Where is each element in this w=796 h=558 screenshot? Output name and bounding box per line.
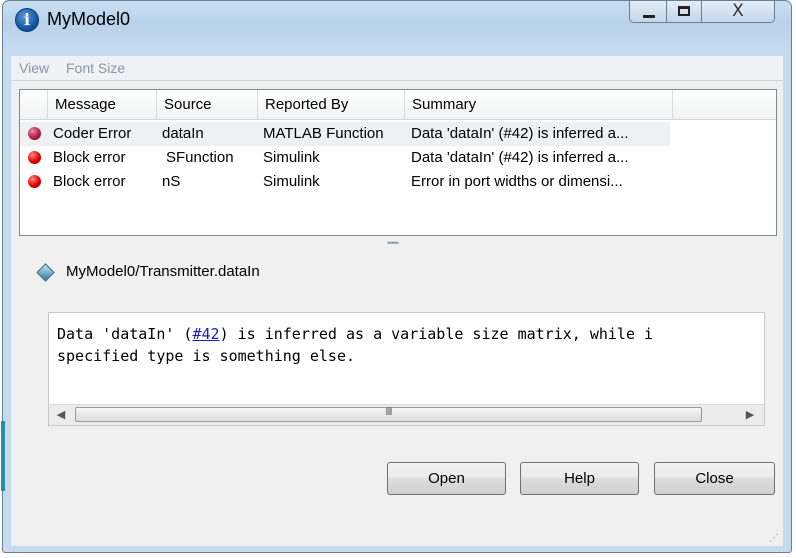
error-icon xyxy=(28,151,41,164)
arrow-left-icon[interactable]: ◀ xyxy=(51,405,71,425)
horizontal-scrollbar[interactable]: ◀ III ▶ xyxy=(49,404,764,425)
dialog-window: i MyModel0 X View Font Size Message Sour… xyxy=(1,0,792,553)
title-bar[interactable]: i MyModel0 X xyxy=(3,1,791,55)
column-header-summary[interactable]: Summary xyxy=(405,90,673,119)
cell-message: Block error xyxy=(53,173,126,190)
open-button[interactable]: Open xyxy=(387,462,506,495)
cell-message: Coder Error xyxy=(53,125,132,142)
arrow-right-icon[interactable]: ▶ xyxy=(740,405,760,425)
cell-summary: Error in port widths or dimensi... xyxy=(411,173,623,190)
message-text-line: specified type is something else. xyxy=(57,347,356,365)
message-table: Message Source Reported By Summary Coder… xyxy=(19,89,777,236)
source-link[interactable]: #42 xyxy=(192,325,219,343)
error-icon xyxy=(28,127,41,140)
menu-view[interactable]: View xyxy=(19,60,49,76)
message-text-part: Data 'dataIn' ( xyxy=(57,325,193,343)
menu-font-size[interactable]: Font Size xyxy=(66,60,125,76)
cell-summary: Data 'dataIn' (#42) is inferred a... xyxy=(411,125,629,142)
close-window-button[interactable]: X xyxy=(701,1,775,23)
cell-message: Block error xyxy=(53,149,126,166)
cell-source: dataIn xyxy=(162,125,204,142)
message-text: Data 'dataIn' (#42) is inferred as a var… xyxy=(57,323,653,367)
cell-source: nS xyxy=(162,173,181,190)
block-icon xyxy=(36,263,55,282)
window-edge-strip xyxy=(1,421,5,491)
close-icon: X xyxy=(732,1,744,21)
maximize-icon xyxy=(678,6,690,16)
maximize-button[interactable] xyxy=(666,1,702,23)
cell-reported-by: Simulink xyxy=(263,173,320,190)
error-icon xyxy=(28,175,41,188)
resize-grip-icon[interactable]: ⋰ xyxy=(769,533,779,544)
close-button[interactable]: Close xyxy=(654,462,775,495)
info-icon: i xyxy=(15,8,39,32)
scroll-grip: III xyxy=(385,406,392,418)
minimize-icon xyxy=(642,14,656,19)
cell-summary: Data 'dataIn' (#42) is inferred a... xyxy=(411,149,629,166)
dialog-body: Message Source Reported By Summary Coder… xyxy=(11,81,783,546)
table-row[interactable]: Block error nS Simulink Error in port wi… xyxy=(20,170,670,194)
menu-bar: View Font Size xyxy=(11,56,783,81)
object-path: MyModel0/Transmitter.dataIn xyxy=(66,263,260,280)
table-row[interactable]: Coder Error dataIn MATLAB Function Data … xyxy=(20,122,670,146)
table-header: Message Source Reported By Summary xyxy=(20,90,776,120)
column-header-icon[interactable] xyxy=(20,90,48,119)
cell-reported-by: Simulink xyxy=(263,149,320,166)
column-header-reported-by[interactable]: Reported By xyxy=(258,90,405,119)
window-title: MyModel0 xyxy=(47,9,131,29)
column-header-source[interactable]: Source xyxy=(157,90,258,119)
help-button[interactable]: Help xyxy=(520,462,639,495)
message-text-part: ) is inferred as a variable size matrix,… xyxy=(219,325,654,343)
cell-reported-by: MATLAB Function xyxy=(263,125,384,142)
minimize-button[interactable] xyxy=(629,1,667,23)
splitter-handle[interactable]: ••••• xyxy=(387,238,399,248)
message-detail-pane: Data 'dataIn' (#42) is inferred as a var… xyxy=(48,312,765,426)
table-row[interactable]: Block error SFunction Simulink Data 'dat… xyxy=(20,146,670,170)
column-header-message[interactable]: Message xyxy=(48,90,157,119)
cell-source: SFunction xyxy=(166,149,234,166)
scrollbar-thumb[interactable]: III xyxy=(75,406,702,422)
